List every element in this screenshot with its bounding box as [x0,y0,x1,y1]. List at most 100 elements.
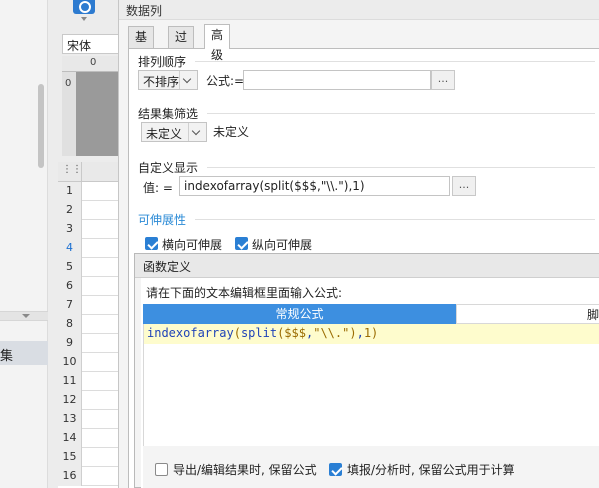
grid-row-number[interactable]: 12 [58,391,82,410]
sort-order-value: 不排序 [143,75,180,89]
fill-keep-formula-label: 填报/分析时, 保留公式用于计算 [347,463,515,477]
grid-row[interactable]: 15 [58,448,120,467]
grid-row[interactable]: 8 [58,315,120,334]
grid-row-number[interactable]: 7 [58,296,82,315]
export-keep-formula-checkbox[interactable] [155,463,168,476]
export-keep-formula-label: 导出/编辑结果时, 保留公式 [173,463,317,477]
grid-row[interactable]: 16 [58,467,120,486]
grid-row[interactable]: 7 [58,296,120,315]
vertical-ruler: 0 [62,72,76,156]
ruler-zero-label: 0 [90,57,97,68]
grid-row-number[interactable]: 5 [58,258,82,277]
dialog-title: 数据列 [126,4,163,18]
vertical-expand-label: 纵向可伸展 [252,238,313,252]
grid-column-header[interactable] [82,162,120,182]
left-panel: 集 [0,0,48,488]
tab-advanced[interactable]: 高级 [204,24,231,62]
custom-display-value-label: 值: = [143,181,173,195]
section-divider [195,61,595,62]
panel-splitter[interactable] [0,311,48,321]
formula-dialog-title: 函数定义 [143,260,192,274]
filter-note: 未定义 [213,125,250,139]
grid-row[interactable]: 1 [58,182,120,201]
grid-row-number[interactable]: 14 [58,429,82,448]
font-selector[interactable]: 宋体 [62,34,120,54]
formula-editor-current-line: indexofarray(split($$$,"\\."),1) [144,324,599,344]
grid-row[interactable]: 2 [58,201,120,220]
tab-common-formula[interactable]: 常规公式 [143,304,456,324]
grid-row[interactable]: 11 [58,372,120,391]
grid-row-number[interactable]: 10 [58,353,82,372]
section-divider [207,113,595,114]
sort-order-dropdown[interactable]: 不排序 [138,70,198,90]
code-function-split: split [240,326,278,340]
tab-basic[interactable]: 基本 [128,26,155,64]
grid-row-number[interactable]: 6 [58,277,82,296]
filter-value: 未定义 [146,127,183,141]
grid-row-list: 1 2 3 4 5 6 7 8 9 10 11 12 13 14 15 16 [58,182,120,486]
code-paren: ( [233,326,241,340]
collapse-arrow-icon[interactable] [22,314,30,318]
formula-prompt: 请在下面的文本编辑框里面输入公式: [146,286,343,300]
formula-options: 导出/编辑结果时, 保留公式 填报/分析时, 保留公式用于计算 [143,446,599,488]
grid-row-number[interactable]: 1 [58,182,82,201]
custom-display-edit-button[interactable]: ... [452,176,476,196]
dropdown-arrow-icon[interactable] [81,17,87,21]
custom-display-input[interactable]: indexofarray(split($$$,"\\."),1) [179,176,450,196]
grid-row[interactable]: 14 [58,429,120,448]
vertical-expand-checkbox[interactable] [235,237,248,250]
code-arg-current-value: $$$ [284,326,306,340]
grid-corner[interactable]: ⋮⋮ [58,162,82,182]
grid-row-number[interactable]: 16 [58,467,82,486]
grid-row-number[interactable]: 2 [58,201,82,220]
fill-keep-formula-checkbox[interactable] [329,463,342,476]
filter-dropdown[interactable]: 未定义 [141,122,207,142]
code-function-indexofarray: indexofarray [147,326,234,340]
sort-section-label: 排列顺序 [138,55,187,69]
formula-definition-dialog: 函数定义 请在下面的文本编辑框里面输入公式: 常规公式 脚 indexofarr… [134,253,599,488]
left-panel-section[interactable]: 集 [0,341,48,365]
custom-display-value: indexofarray(split($$$,"\\."),1) [184,179,365,193]
grid-row-number[interactable]: 4 [58,239,82,258]
grid-row-number[interactable]: 13 [58,410,82,429]
grid-row-number[interactable]: 9 [58,334,82,353]
code-paren: ) [371,326,379,340]
horizontal-expand-label: 横向可伸展 [162,238,223,252]
dialog-titlebar[interactable]: 数据列 [119,0,599,20]
horizontal-expand-checkbox[interactable] [145,237,158,250]
formula-editor[interactable]: indexofarray(split($$$,"\\."),1) [143,324,599,446]
chevron-down-icon [188,123,206,141]
code-arg-separator: "\\." [313,326,350,340]
grid-row-number[interactable]: 3 [58,220,82,239]
tab-script[interactable]: 脚 [456,304,599,324]
left-panel-section-label: 集 [0,349,14,364]
search-tool-icon[interactable] [73,0,95,14]
formula-dialog-titlebar[interactable]: 函数定义 [135,254,599,278]
font-selector-value: 宋体 [67,39,92,53]
grid-corner-icon: ⋮⋮ [62,164,82,175]
grid-row[interactable]: 13 [58,410,120,429]
grid-row-number[interactable]: 8 [58,315,82,334]
formula-code: indexofarray(split($$$,"\\."),1) [147,326,378,340]
left-scrollbar[interactable] [38,84,44,168]
grid-row[interactable]: 3 [58,220,120,239]
grid-row[interactable]: 4 [58,239,120,258]
grid-row[interactable]: 6 [58,277,120,296]
grid-row-number[interactable]: 11 [58,372,82,391]
ruler-zero-label-vertical: 0 [65,78,72,89]
sort-formula-input[interactable] [243,70,431,90]
tab-script-label: 脚 [587,308,599,322]
grid-row[interactable]: 12 [58,391,120,410]
sort-formula-label: 公式:= [206,74,245,88]
grid-row[interactable]: 5 [58,258,120,277]
expand-section-label: 可伸展性 [138,213,187,227]
chevron-down-icon [179,71,197,89]
section-divider [195,219,595,220]
tab-filter[interactable]: 过滤 [168,26,195,64]
grid-row[interactable]: 9 [58,334,120,353]
section-divider [207,167,595,168]
sort-formula-edit-button[interactable]: ... [431,70,455,90]
grid-row-number[interactable]: 15 [58,448,82,467]
filter-section-label: 结果集筛选 [138,107,199,121]
grid-row[interactable]: 10 [58,353,120,372]
